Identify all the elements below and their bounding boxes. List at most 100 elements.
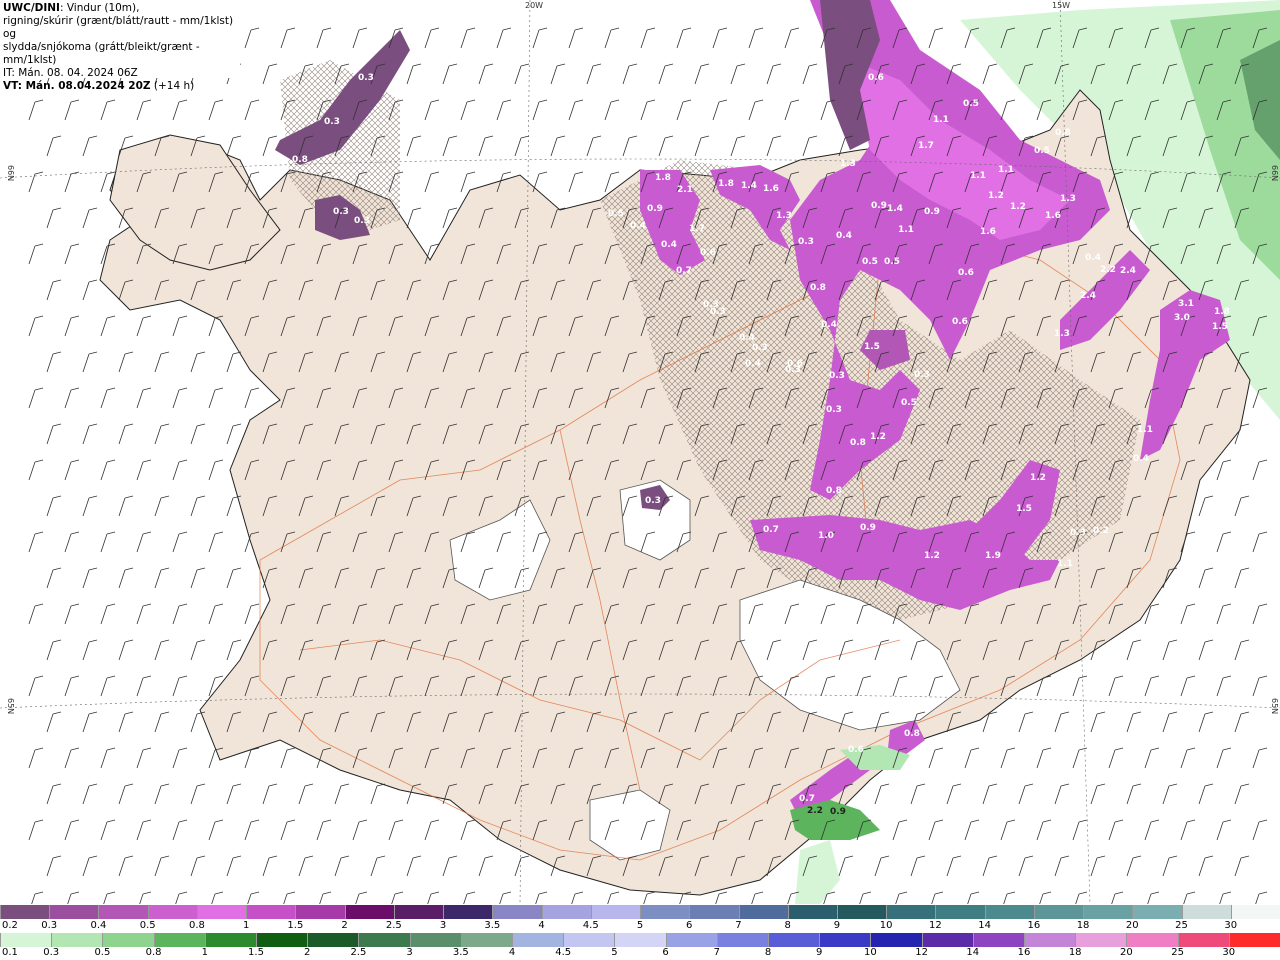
precip-label: 1.2 xyxy=(1030,473,1046,483)
snow-scale-labels: 0.2 0.3 0.4 0.5 0.8 1 1.5 2 2.5 3 3.5 4 4.5 5 6 7 8 9 10 12… xyxy=(0,920,1280,932)
precip-label: 1.5 xyxy=(1212,322,1228,332)
precip-label: 2.2 xyxy=(1100,265,1116,275)
precip-label: 0.9 xyxy=(924,207,940,217)
precip-label: 0.3 xyxy=(752,343,768,353)
precip-label: 0.9 xyxy=(860,523,876,533)
scale-value: 14 xyxy=(978,920,991,931)
scale-swatch xyxy=(787,905,837,919)
scale-swatch xyxy=(1075,933,1127,947)
precip-label: 0.5 xyxy=(963,99,979,109)
precip-label: 1.8 xyxy=(1214,307,1230,317)
precip-label: 1.0 xyxy=(818,531,834,541)
valid-offset: (+14 h) xyxy=(153,80,195,92)
scale-value: 0.3 xyxy=(43,947,60,958)
model-name: UWC/DINI xyxy=(3,2,60,14)
scale-value: 0.1 xyxy=(2,947,18,958)
scale-swatch xyxy=(640,905,690,919)
header-line3: slydda/snjókoma (grátt/bleikt/grænt - mm… xyxy=(3,41,200,66)
scale-swatch xyxy=(819,933,871,947)
precip-label: 1.4 xyxy=(741,181,757,191)
scale-swatch xyxy=(972,933,1025,947)
scale-swatch xyxy=(984,905,1034,919)
scale-swatch xyxy=(460,933,513,947)
scale-swatch xyxy=(1083,905,1133,919)
scale-value: 5 xyxy=(611,947,618,958)
snow-color-scale xyxy=(0,905,1280,919)
scale-swatch xyxy=(1024,933,1076,947)
precip-label: 1.8 xyxy=(718,179,734,189)
precip-label: 0.3 xyxy=(710,307,726,317)
scale-swatch xyxy=(0,933,52,947)
precip-label: 0.8 xyxy=(904,729,920,739)
precip-label: 1.1 xyxy=(970,171,986,181)
scale-value: 9 xyxy=(816,947,823,958)
scale-value: 6 xyxy=(686,920,693,931)
precip-label: 0.6 xyxy=(868,73,884,83)
scale-swatch xyxy=(1132,905,1182,919)
precip-label: 1.7 xyxy=(689,224,705,234)
precip-label: 1.1 xyxy=(898,225,914,235)
precip-label: 0.4 xyxy=(661,240,677,250)
scale-swatch xyxy=(738,905,788,919)
scale-swatch xyxy=(935,905,985,919)
precip-label: 0.4 xyxy=(1085,253,1101,263)
scale-swatch xyxy=(246,905,296,919)
weather-map: 20W 15W 66N 65N 66N 65N 0.3 0.3 0.8 0.6 … xyxy=(0,0,1280,904)
scale-swatch xyxy=(1177,933,1229,947)
precip-label: 1.2 xyxy=(870,432,886,442)
precip-label: 0.3 xyxy=(354,216,370,226)
scale-swatch xyxy=(886,905,936,919)
scale-value: 5 xyxy=(636,920,644,931)
precip-label: 3.0 xyxy=(1174,313,1190,323)
precip-label: 0.5 xyxy=(901,398,917,408)
precip-label: 0.3 xyxy=(645,496,661,506)
scale-swatch xyxy=(689,905,739,919)
precip-label: 1.3 xyxy=(776,211,792,221)
precip-label: 0.6 xyxy=(958,268,974,278)
scale-swatch xyxy=(492,905,542,919)
scale-value: 30 xyxy=(1222,947,1236,958)
precip-label: 1.2 xyxy=(988,191,1004,201)
scale-swatch xyxy=(541,905,591,919)
scale-swatch xyxy=(665,933,717,947)
scale-value: 16 xyxy=(1017,947,1031,958)
precip-label: 0.3 xyxy=(798,237,814,247)
precip-label: 1.3 xyxy=(1060,194,1076,204)
precip-label: 0.7 xyxy=(676,266,692,276)
precip-label: 0.4 xyxy=(745,359,761,369)
scale-value: 4.5 xyxy=(555,947,572,958)
precip-label: 0.2 xyxy=(1093,526,1109,536)
precip-label: 0.3 xyxy=(324,117,340,127)
scale-swatch xyxy=(307,933,359,947)
precip-label: 0.3 xyxy=(333,207,349,217)
precip-label: 2.4 xyxy=(1120,266,1136,276)
precip-label: 0.7 xyxy=(799,794,815,804)
scale-value: 18 xyxy=(1068,947,1082,958)
scale-value: 10 xyxy=(879,920,893,931)
scale-value: 0.5 xyxy=(139,920,156,931)
scale-value: 0.8 xyxy=(145,947,162,958)
scale-swatch xyxy=(153,933,205,947)
precip-label: 1.7 xyxy=(918,141,934,151)
precip-label: 0.5 xyxy=(608,209,624,219)
scale-value: 3.5 xyxy=(484,920,501,931)
scale-value: 7 xyxy=(735,920,742,931)
scale-swatch xyxy=(1230,905,1280,919)
scale-value: 2.5 xyxy=(385,920,402,931)
scale-swatch xyxy=(409,933,461,947)
precip-label: 1.9 xyxy=(985,551,1001,561)
scale-value: 18 xyxy=(1076,920,1090,931)
precip-label: 0.8 xyxy=(826,486,842,496)
scale-swatch xyxy=(98,905,148,919)
grid-label-65n-left: 65N xyxy=(6,698,15,714)
scale-value: 4 xyxy=(508,947,516,958)
precip-label: 0.5 xyxy=(884,257,900,267)
scale-value: 6 xyxy=(662,947,669,958)
scale-value: 25 xyxy=(1175,920,1188,931)
rain-scale-labels: 0.1 0.3 0.5 0.8 1 1.5 2 2.5 3 3.5 4 4.5 5 6 7 8 9 10 12 14 1… xyxy=(0,947,1280,959)
precip-label: 1.1 xyxy=(998,165,1014,175)
scale-value: 10 xyxy=(864,947,877,958)
precip-label: 0.5 xyxy=(862,257,878,267)
precip-label: 1.1 xyxy=(1137,425,1153,435)
scale-value: 25 xyxy=(1171,947,1184,958)
